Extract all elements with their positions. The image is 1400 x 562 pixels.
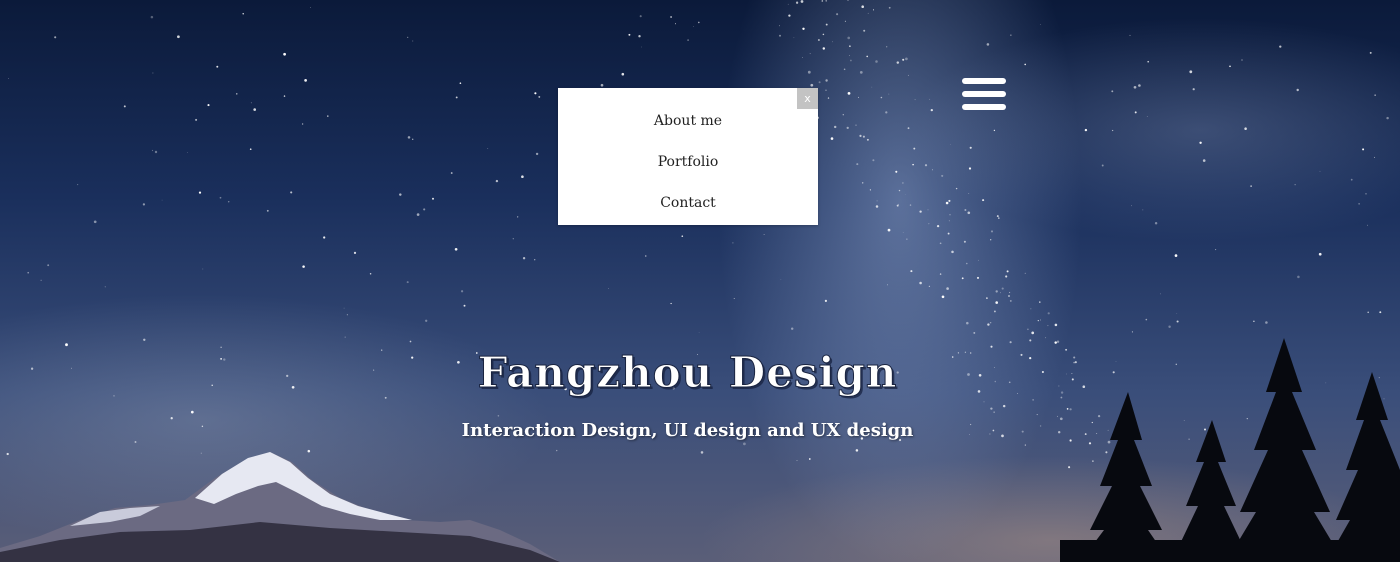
- menu-list: About me Portfolio Contact: [558, 88, 818, 235]
- menu-item-portfolio[interactable]: Portfolio: [558, 153, 818, 194]
- hamburger-icon: [962, 78, 1006, 84]
- menu-item-about-me[interactable]: About me: [558, 112, 818, 153]
- site-title: Fangzhou Design: [477, 348, 898, 398]
- close-menu-button[interactable]: x: [797, 88, 818, 109]
- hamburger-menu-button[interactable]: [960, 76, 1008, 114]
- hamburger-icon-bar: [962, 91, 1006, 97]
- site-subtitle: Interaction Design, UI design and UX des…: [461, 420, 914, 441]
- hero-background: x About me Portfolio Contact Fangzhou De…: [0, 0, 1400, 562]
- menu-item-contact[interactable]: Contact: [558, 194, 818, 235]
- hamburger-icon-bar: [962, 104, 1006, 110]
- night-sky-scene: [0, 0, 1400, 562]
- navigation-menu-popup: x About me Portfolio Contact: [558, 88, 818, 225]
